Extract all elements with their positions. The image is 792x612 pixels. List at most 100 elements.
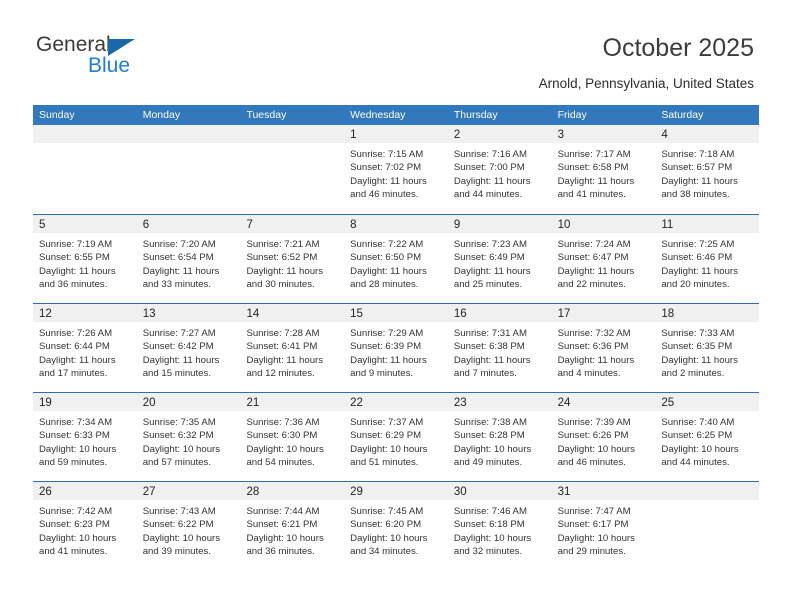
calendar-day-cell[interactable]: 1 Sunrise: 7:15 AM Sunset: 7:02 PM Daylight… bbox=[344, 125, 448, 214]
day-number: 7 bbox=[246, 219, 253, 231]
calendar-day-cell[interactable]: 19 Sunrise: 7:34 AM Sunset: 6:33 PM Dayligh… bbox=[33, 393, 137, 481]
calendar-day-cell[interactable]: 22 Sunrise: 7:37 AM Sunset: 6:29 PM Dayligh… bbox=[344, 393, 448, 481]
day-number-band: 12 bbox=[33, 304, 137, 322]
weekday-monday: Monday bbox=[142, 109, 181, 121]
calendar-day-cell[interactable]: 26 Sunrise: 7:42 AM Sunset: 6:23 PM Dayligh… bbox=[33, 482, 137, 570]
calendar-day-cell[interactable]: 9 Sunrise: 7:23 AM Sunset: 6:49 PM Daylight… bbox=[447, 215, 552, 303]
calendar-day-cell[interactable]: 11 Sunrise: 7:25 AM Sunset: 6:46 PM Dayligh… bbox=[655, 215, 760, 303]
daylight-text: Daylight: 11 hours and 20 minutes. bbox=[661, 265, 738, 291]
calendar-day-cell[interactable]: 4 Sunrise: 7:18 AM Sunset: 6:57 PM Daylight… bbox=[655, 125, 760, 214]
day-number: 4 bbox=[661, 129, 668, 141]
day-number: 19 bbox=[39, 397, 52, 409]
sunrise-text: Sunrise: 7:19 AM bbox=[39, 239, 113, 250]
calendar-day-cell[interactable]: 18 Sunrise: 7:33 AM Sunset: 6:35 PM Dayligh… bbox=[655, 304, 760, 392]
sunrise-text: Sunrise: 7:22 AM bbox=[350, 239, 424, 250]
day-number: 23 bbox=[453, 397, 467, 409]
day-number-band: 2 bbox=[447, 125, 552, 143]
day-number: 13 bbox=[142, 308, 156, 320]
general-blue-logo[interactable]: General Blue bbox=[36, 34, 216, 84]
daylight-text: Daylight: 10 hours and 32 minutes. bbox=[453, 532, 532, 558]
calendar-day-cell[interactable]: 23 Sunrise: 7:38 AM Sunset: 6:28 PM Dayligh… bbox=[447, 393, 552, 481]
calendar-day-cell[interactable]: 2 Sunrise: 7:16 AM Sunset: 7:00 PM Daylight… bbox=[447, 125, 552, 214]
daylight-text: Daylight: 11 hours and 28 minutes. bbox=[350, 265, 427, 291]
day-details: Sunrise: 7:25 AM Sunset: 6:46 PM Daylight:… bbox=[655, 233, 759, 292]
day-number-band: 17 bbox=[551, 304, 656, 322]
sunrise-text: Sunrise: 7:28 AM bbox=[246, 328, 320, 339]
day-number-band bbox=[136, 125, 241, 143]
calendar-day-cell[interactable]: 30 Sunrise: 7:46 AM Sunset: 6:18 PM Dayligh… bbox=[447, 482, 552, 570]
calendar-day-cell[interactable]: 10 Sunrise: 7:24 AM Sunset: 6:47 PM Dayligh… bbox=[551, 215, 656, 303]
day-number-band: 5 bbox=[33, 215, 137, 233]
calendar-day-cell-empty bbox=[136, 125, 241, 214]
page-title: October 2025 bbox=[602, 34, 755, 62]
daylight-text: Daylight: 11 hours and 30 minutes. bbox=[246, 265, 324, 291]
day-number: 10 bbox=[557, 219, 571, 231]
day-number-band: 21 bbox=[240, 393, 345, 411]
daylight-text: Daylight: 11 hours and 17 minutes. bbox=[39, 354, 116, 380]
calendar-day-cell[interactable]: 14 Sunrise: 7:28 AM Sunset: 6:41 PM Dayligh… bbox=[240, 304, 345, 392]
day-details: Sunrise: 7:44 AM Sunset: 6:21 PM Daylight:… bbox=[240, 500, 344, 559]
day-number-band: 19 bbox=[33, 393, 137, 411]
sunrise-text: Sunrise: 7:25 AM bbox=[661, 239, 735, 250]
calendar-day-cell[interactable]: 6 Sunrise: 7:20 AM Sunset: 6:54 PM Daylight… bbox=[136, 215, 241, 303]
daylight-text: Daylight: 10 hours and 34 minutes. bbox=[350, 532, 428, 558]
day-number: 16 bbox=[453, 308, 467, 320]
calendar-day-cell[interactable]: 3 Sunrise: 7:17 AM Sunset: 6:58 PM Daylight… bbox=[551, 125, 656, 214]
day-number-band: 3 bbox=[551, 125, 656, 143]
day-details: Sunrise: 7:18 AM Sunset: 6:57 PM Daylight:… bbox=[655, 143, 759, 202]
day-details: Sunrise: 7:16 AM Sunset: 7:00 PM Daylight:… bbox=[448, 143, 552, 202]
calendar-day-cell[interactable]: 31 Sunrise: 7:47 AM Sunset: 6:17 PM Dayligh… bbox=[551, 482, 656, 570]
sunrise-text: Sunrise: 7:33 AM bbox=[661, 328, 735, 339]
day-number-band: 31 bbox=[551, 482, 656, 500]
calendar-day-cell[interactable]: 28 Sunrise: 7:44 AM Sunset: 6:21 PM Dayligh… bbox=[240, 482, 345, 570]
calendar-day-cell[interactable]: 27 Sunrise: 7:43 AM Sunset: 6:22 PM Dayligh… bbox=[136, 482, 241, 570]
calendar-day-cell[interactable]: 16 Sunrise: 7:31 AM Sunset: 6:38 PM Dayligh… bbox=[447, 304, 552, 392]
sunset-text: Sunset: 6:21 PM bbox=[246, 519, 318, 531]
sunrise-text: Sunrise: 7:15 AM bbox=[350, 149, 424, 160]
calendar-week-row: 1 Sunrise: 7:15 AM Sunset: 7:02 PM Daylight… bbox=[33, 125, 760, 214]
sunrise-text: Sunrise: 7:36 AM bbox=[246, 417, 320, 428]
sunrise-text: Sunrise: 7:37 AM bbox=[350, 417, 424, 428]
daylight-text: Daylight: 11 hours and 12 minutes. bbox=[246, 354, 324, 380]
day-number-band: 18 bbox=[655, 304, 760, 322]
calendar-week-row: 5 Sunrise: 7:19 AM Sunset: 6:55 PM Daylight… bbox=[33, 214, 760, 303]
calendar-day-cell[interactable]: 5 Sunrise: 7:19 AM Sunset: 6:55 PM Daylight… bbox=[33, 215, 137, 303]
calendar-day-cell[interactable]: 7 Sunrise: 7:21 AM Sunset: 6:52 PM Daylight… bbox=[240, 215, 345, 303]
day-details: Sunrise: 7:22 AM Sunset: 6:50 PM Daylight:… bbox=[344, 233, 448, 292]
calendar-day-cell-empty bbox=[655, 482, 760, 570]
sunset-text: Sunset: 6:58 PM bbox=[557, 162, 629, 174]
sunrise-text: Sunrise: 7:44 AM bbox=[246, 506, 320, 517]
sunset-text: Sunset: 6:30 PM bbox=[246, 430, 318, 442]
day-number-band bbox=[33, 125, 137, 143]
logo-text-general: General bbox=[36, 33, 111, 56]
sunrise-text: Sunrise: 7:45 AM bbox=[350, 506, 424, 517]
sunset-text: Sunset: 6:54 PM bbox=[142, 252, 214, 264]
calendar-day-cell[interactable]: 20 Sunrise: 7:35 AM Sunset: 6:32 PM Dayligh… bbox=[136, 393, 241, 481]
sunrise-text: Sunrise: 7:26 AM bbox=[39, 328, 113, 339]
daylight-text: Daylight: 10 hours and 41 minutes. bbox=[39, 532, 117, 558]
calendar-day-cell[interactable]: 29 Sunrise: 7:45 AM Sunset: 6:20 PM Dayligh… bbox=[344, 482, 448, 570]
sunset-text: Sunset: 6:28 PM bbox=[453, 430, 525, 442]
daylight-text: Daylight: 11 hours and 33 minutes. bbox=[142, 265, 220, 291]
calendar-day-cell[interactable]: 24 Sunrise: 7:39 AM Sunset: 6:26 PM Dayligh… bbox=[551, 393, 656, 481]
day-number: 3 bbox=[557, 129, 564, 141]
daylight-text: Daylight: 11 hours and 38 minutes. bbox=[661, 175, 738, 201]
day-details: Sunrise: 7:17 AM Sunset: 6:58 PM Daylight:… bbox=[552, 143, 656, 202]
day-details: Sunrise: 7:15 AM Sunset: 7:02 PM Daylight:… bbox=[344, 143, 448, 202]
calendar-day-cell[interactable]: 21 Sunrise: 7:36 AM Sunset: 6:30 PM Dayligh… bbox=[240, 393, 345, 481]
sunrise-text: Sunrise: 7:31 AM bbox=[453, 328, 527, 339]
day-number: 20 bbox=[142, 397, 156, 409]
calendar-day-cell[interactable]: 15 Sunrise: 7:29 AM Sunset: 6:39 PM Dayligh… bbox=[344, 304, 448, 392]
calendar-day-cell[interactable]: 25 Sunrise: 7:40 AM Sunset: 6:25 PM Dayligh… bbox=[655, 393, 760, 481]
sunset-text: Sunset: 7:00 PM bbox=[453, 162, 525, 174]
calendar-day-cell[interactable]: 12 Sunrise: 7:26 AM Sunset: 6:44 PM Dayligh… bbox=[33, 304, 137, 392]
daylight-text: Daylight: 10 hours and 39 minutes. bbox=[142, 532, 221, 558]
calendar-day-cell[interactable]: 17 Sunrise: 7:32 AM Sunset: 6:36 PM Dayligh… bbox=[551, 304, 656, 392]
day-number: 31 bbox=[557, 486, 571, 498]
day-number-band: 28 bbox=[240, 482, 345, 500]
calendar-day-cell[interactable]: 13 Sunrise: 7:27 AM Sunset: 6:42 PM Dayligh… bbox=[136, 304, 241, 392]
daylight-text: Daylight: 10 hours and 44 minutes. bbox=[661, 443, 739, 469]
calendar-day-cell[interactable]: 8 Sunrise: 7:22 AM Sunset: 6:50 PM Daylight… bbox=[344, 215, 448, 303]
day-number: 30 bbox=[453, 486, 467, 498]
daylight-text: Daylight: 11 hours and 41 minutes. bbox=[557, 175, 635, 201]
